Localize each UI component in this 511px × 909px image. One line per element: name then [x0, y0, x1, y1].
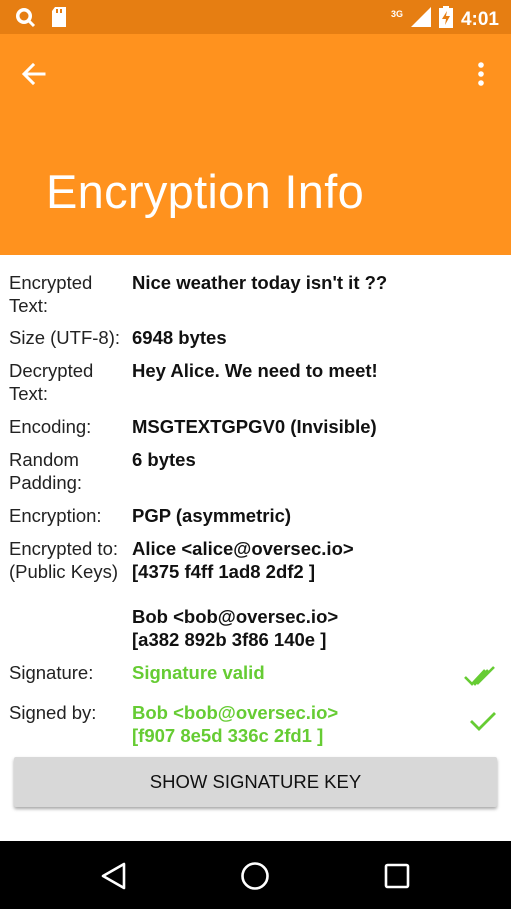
nav-recents-button[interactable] — [380, 859, 414, 893]
arrow-back-icon — [21, 62, 46, 86]
recipient-key-bob[interactable]: Bob <bob@oversec.io> [a382 892b 3f86 140… — [132, 605, 462, 651]
encoding-label: Encoding: — [9, 416, 92, 437]
encrypted-text-label: Encrypted Text: — [9, 272, 93, 316]
signed-by-label: Signed by: — [9, 702, 97, 723]
recipient-fingerprint: [a382 892b 3f86 140e ] — [132, 629, 327, 650]
signer-key[interactable]: Bob <bob@oversec.io> [f907 8e5d 336c 2fd… — [132, 701, 462, 747]
decrypted-text-label: Decrypted Text: — [9, 360, 94, 404]
battery-charging-icon — [438, 6, 453, 33]
status-bar-left — [14, 6, 68, 33]
recipient-name: Alice <alice@oversec.io> — [132, 538, 354, 559]
nav-back-button[interactable] — [97, 859, 131, 893]
signer-name: Bob <bob@oversec.io> — [132, 702, 339, 723]
overflow-menu-button[interactable] — [469, 60, 493, 90]
signature-label: Signature: — [9, 662, 94, 683]
back-button[interactable] — [20, 60, 60, 90]
double-check-icon — [463, 665, 497, 694]
recipient-name: Bob <bob@oversec.io> — [132, 606, 339, 627]
navigation-bar — [0, 841, 511, 909]
nav-home-button[interactable] — [238, 859, 272, 893]
signal-icon — [410, 7, 431, 32]
encrypted-to-label-line2: (Public Keys) — [9, 561, 118, 582]
back-triangle-icon — [101, 862, 126, 890]
signature-status: Signature valid — [132, 662, 265, 683]
encryption-info-panel: Encrypted Text: Nice weather today isn't… — [0, 255, 511, 841]
app-bar: Encryption Info — [0, 34, 511, 255]
size-value: 6948 bytes — [132, 327, 227, 348]
encrypted-to-label: Encrypted to: (Public Keys) — [9, 537, 134, 583]
decrypted-text-value[interactable]: Hey Alice. We need to meet! — [132, 359, 462, 382]
encrypted-text-value[interactable]: Nice weather today isn't it ?? — [132, 271, 462, 294]
clock: 4:01 — [460, 8, 499, 30]
size-label: Size (UTF-8): — [9, 327, 120, 348]
encrypted-to-label-line1: Encrypted to: — [9, 538, 119, 559]
status-bar: 3G 4:01 — [0, 0, 511, 34]
recipient-fingerprint: [4375 f4ff 1ad8 2df2 ] — [132, 561, 316, 582]
encoding-value: MSGTEXTGPGV0 (Invisible) — [132, 416, 377, 437]
network-type: 3G — [390, 8, 403, 19]
padding-label: Random Padding: — [9, 449, 83, 493]
check-icon — [469, 709, 497, 738]
page-title: Encryption Info — [46, 165, 365, 218]
home-circle-icon — [241, 862, 269, 890]
encryption-label: Encryption: — [9, 505, 102, 526]
more-vert-icon — [478, 62, 484, 86]
padding-value: 6 bytes — [132, 449, 196, 470]
encryption-value: PGP (asymmetric) — [132, 505, 292, 526]
search-status-icon — [14, 6, 36, 33]
show-signature-key-button[interactable]: SHOW SIGNATURE KEY — [14, 757, 497, 807]
recipient-key-alice[interactable]: Alice <alice@oversec.io> [4375 f4ff 1ad8… — [132, 537, 462, 583]
sd-card-icon — [50, 6, 68, 33]
status-bar-right: 3G 4:01 — [391, 6, 499, 33]
recents-square-icon — [384, 863, 410, 889]
signer-fingerprint: [f907 8e5d 336c 2fd1 ] — [132, 725, 324, 746]
